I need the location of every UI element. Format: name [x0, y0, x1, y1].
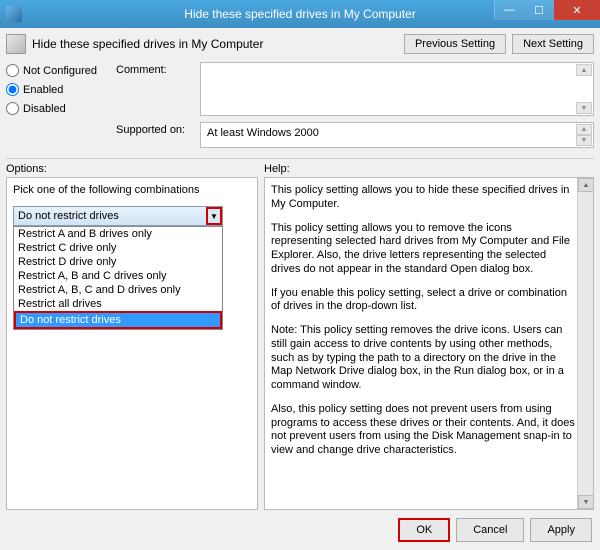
window-title: Hide these specified drives in My Comput…	[184, 7, 415, 21]
dropdown-item[interactable]: Restrict A, B and C drives only	[14, 269, 222, 283]
content-area: Hide these specified drives in My Comput…	[0, 28, 600, 550]
policy-icon	[6, 34, 26, 54]
footer-buttons: OK Cancel Apply	[6, 510, 594, 544]
supported-field: At least Windows 2000 ▲▼	[200, 122, 594, 148]
scroll-down-icon[interactable]: ▼	[576, 135, 592, 146]
scroll-down-icon[interactable]: ▼	[576, 102, 592, 114]
options-label: Options:	[6, 163, 264, 175]
dropdown-item-selected[interactable]: Do not restrict drives	[14, 311, 222, 329]
comment-textarea[interactable]: ▲▼	[200, 62, 594, 116]
dropdown-item[interactable]: Restrict D drive only	[14, 255, 222, 269]
chevron-down-icon[interactable]: ▼	[206, 207, 222, 225]
titlebar[interactable]: Hide these specified drives in My Comput…	[0, 0, 600, 28]
panes: Pick one of the following combinations D…	[6, 177, 594, 510]
ok-button[interactable]: OK	[398, 518, 450, 542]
radio-disabled[interactable]: Disabled	[6, 102, 106, 115]
scroll-down-icon[interactable]: ▼	[578, 495, 594, 509]
help-text: Note: This policy setting removes the dr…	[271, 324, 575, 393]
apply-button[interactable]: Apply	[530, 518, 592, 542]
help-scrollbar[interactable]: ▲ ▼	[577, 178, 593, 509]
window-controls: — ☐ ✕	[494, 0, 600, 20]
drives-combobox[interactable]: Do not restrict drives ▼	[13, 206, 223, 226]
config-row: Not Configured Enabled Disabled Comment:…	[6, 62, 594, 148]
maximize-button[interactable]: ☐	[524, 0, 554, 20]
help-text: If you enable this policy setting, selec…	[271, 287, 575, 315]
supported-label: Supported on:	[116, 122, 194, 136]
minimize-button[interactable]: —	[494, 0, 524, 20]
dropdown-item[interactable]: Restrict all drives	[14, 297, 222, 311]
close-button[interactable]: ✕	[554, 0, 600, 20]
pane-labels: Options: Help:	[6, 163, 594, 175]
scroll-up-icon[interactable]: ▲	[576, 124, 592, 135]
dropdown-item[interactable]: Restrict A, B, C and D drives only	[14, 283, 222, 297]
policy-title: Hide these specified drives in My Comput…	[32, 37, 404, 51]
comment-label: Comment:	[116, 62, 194, 76]
scroll-up-icon[interactable]: ▲	[578, 178, 594, 192]
help-text: Also, this policy setting does not preve…	[271, 403, 575, 458]
help-label: Help:	[264, 163, 290, 175]
options-pane: Pick one of the following combinations D…	[6, 177, 258, 510]
next-setting-button[interactable]: Next Setting	[512, 34, 594, 54]
form-grid: Comment: ▲▼ Supported on: At least Windo…	[116, 62, 594, 148]
options-prompt: Pick one of the following combinations	[13, 184, 251, 196]
app-icon	[6, 6, 22, 22]
radio-not-configured[interactable]: Not Configured	[6, 64, 106, 77]
help-text: This policy setting allows you to remove…	[271, 222, 575, 277]
help-pane: This policy setting allows you to hide t…	[264, 177, 594, 510]
dropdown-item[interactable]: Restrict C drive only	[14, 241, 222, 255]
previous-setting-button[interactable]: Previous Setting	[404, 34, 506, 54]
radio-enabled[interactable]: Enabled	[6, 83, 106, 96]
nav-buttons: Previous Setting Next Setting	[404, 34, 594, 54]
scroll-up-icon[interactable]: ▲	[576, 64, 592, 76]
combobox-value: Do not restrict drives	[18, 210, 119, 222]
cancel-button[interactable]: Cancel	[456, 518, 524, 542]
drives-dropdown[interactable]: Restrict A and B drives only Restrict C …	[13, 226, 223, 330]
state-radios: Not Configured Enabled Disabled	[6, 62, 106, 148]
help-text: This policy setting allows you to hide t…	[271, 184, 575, 212]
dropdown-item[interactable]: Restrict A and B drives only	[14, 227, 222, 241]
supported-value: At least Windows 2000	[207, 127, 319, 139]
divider	[6, 158, 594, 159]
header-row: Hide these specified drives in My Comput…	[6, 34, 594, 54]
